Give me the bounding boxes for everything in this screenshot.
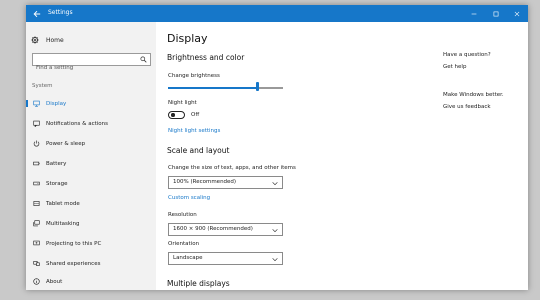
feedback-prompt: Make Windows better.	[443, 92, 504, 98]
resolution-value: 1600 × 900 (Recommended)	[173, 226, 253, 232]
sidebar-item-label: About	[46, 278, 63, 285]
orientation-value: Landscape	[173, 255, 203, 261]
main-content: Display Brightness and color Change brig…	[156, 22, 528, 290]
notification-icon	[32, 120, 40, 128]
section-label-system: System	[32, 83, 53, 89]
brightness-slider[interactable]	[168, 87, 283, 89]
scale-dropdown[interactable]: 100% (Recommended)	[168, 176, 283, 189]
sidebar-item-label: Projecting to this PC	[46, 240, 102, 247]
title-bar: Settings	[26, 5, 528, 22]
tablet-icon	[32, 200, 40, 208]
monitor-icon	[32, 100, 40, 108]
sidebar-item-label: Battery	[46, 160, 67, 167]
storage-icon	[32, 180, 40, 188]
chevron-down-icon	[272, 181, 278, 185]
sidebar-item-storage[interactable]: Storage	[26, 178, 156, 189]
shared-icon	[32, 260, 40, 268]
multiple-displays-heading: Multiple displays	[167, 279, 230, 288]
toggle-knob	[171, 113, 175, 117]
sidebar-home[interactable]: Home	[31, 35, 64, 45]
close-icon	[514, 11, 520, 16]
brightness-slider-thumb[interactable]	[256, 82, 259, 91]
close-button[interactable]	[508, 5, 526, 22]
projecting-icon	[32, 240, 40, 248]
maximize-button[interactable]	[487, 5, 505, 22]
give-feedback-link[interactable]: Give us feedback	[443, 104, 491, 110]
night-light-settings-link[interactable]: Night light settings	[168, 128, 220, 134]
sidebar-item-multitasking[interactable]: Multitasking	[26, 218, 156, 229]
sidebar-item-label: Display	[46, 100, 67, 107]
night-light-toggle[interactable]	[168, 111, 185, 119]
sidebar-item-label: Storage	[46, 180, 68, 187]
brightness-heading: Brightness and color	[167, 53, 245, 62]
minimize-button[interactable]	[465, 5, 483, 22]
sidebar-item-label: Power & sleep	[46, 140, 86, 147]
scale-heading: Scale and layout	[167, 146, 230, 155]
sidebar-item-projecting[interactable]: Projecting to this PC	[26, 238, 156, 249]
scale-value: 100% (Recommended)	[173, 179, 237, 185]
sidebar-item-label: Multitasking	[46, 220, 80, 227]
info-icon	[32, 278, 40, 286]
sidebar-item-display[interactable]: Display	[26, 98, 156, 109]
resolution-label: Resolution	[168, 212, 197, 218]
sidebar-item-tablet-mode[interactable]: Tablet mode	[26, 198, 156, 209]
gear-icon	[31, 36, 39, 44]
maximize-icon	[493, 11, 499, 16]
battery-icon	[32, 160, 40, 168]
scale-label: Change the size of text, apps, and other…	[168, 165, 296, 171]
window-title: Settings	[48, 9, 73, 16]
back-button[interactable]	[30, 5, 44, 22]
search-input[interactable]	[33, 62, 133, 74]
home-label: Home	[46, 36, 64, 44]
night-light-state: Off	[191, 112, 200, 118]
sidebar-item-shared-experiences[interactable]: Shared experiences	[26, 258, 156, 269]
search-icon	[140, 56, 147, 63]
sidebar-item-label: Notifications & actions	[46, 120, 109, 127]
page-title: Display	[167, 32, 208, 45]
sidebar-item-power[interactable]: Power & sleep	[26, 138, 156, 149]
sidebar-item-label: Tablet mode	[46, 200, 80, 207]
minimize-icon	[471, 13, 477, 14]
resolution-dropdown[interactable]: 1600 × 900 (Recommended)	[168, 223, 283, 236]
search-box	[32, 53, 151, 74]
chevron-down-icon	[272, 257, 278, 261]
power-icon	[32, 140, 40, 148]
night-light-label: Night light	[168, 100, 197, 106]
question-label: Have a question?	[443, 52, 491, 58]
orientation-label: Orientation	[168, 241, 200, 247]
get-help-link[interactable]: Get help	[443, 64, 466, 70]
sidebar-item-notifications[interactable]: Notifications & actions	[26, 118, 156, 129]
chevron-down-icon	[272, 228, 278, 232]
settings-window: Settings Home System Display	[26, 5, 528, 290]
sidebar-item-battery[interactable]: Battery	[26, 158, 156, 169]
sidebar-item-about[interactable]: About	[26, 276, 156, 287]
orientation-dropdown[interactable]: Landscape	[168, 252, 283, 265]
brightness-label: Change brightness	[168, 73, 220, 79]
sidebar: Home System Display Notifications & acti…	[26, 22, 156, 290]
brightness-slider-fill	[168, 87, 257, 89]
custom-scaling-link[interactable]: Custom scaling	[168, 195, 210, 201]
multitasking-icon	[32, 220, 40, 228]
back-arrow-icon	[33, 10, 41, 17]
sidebar-item-label: Shared experiences	[46, 260, 101, 267]
